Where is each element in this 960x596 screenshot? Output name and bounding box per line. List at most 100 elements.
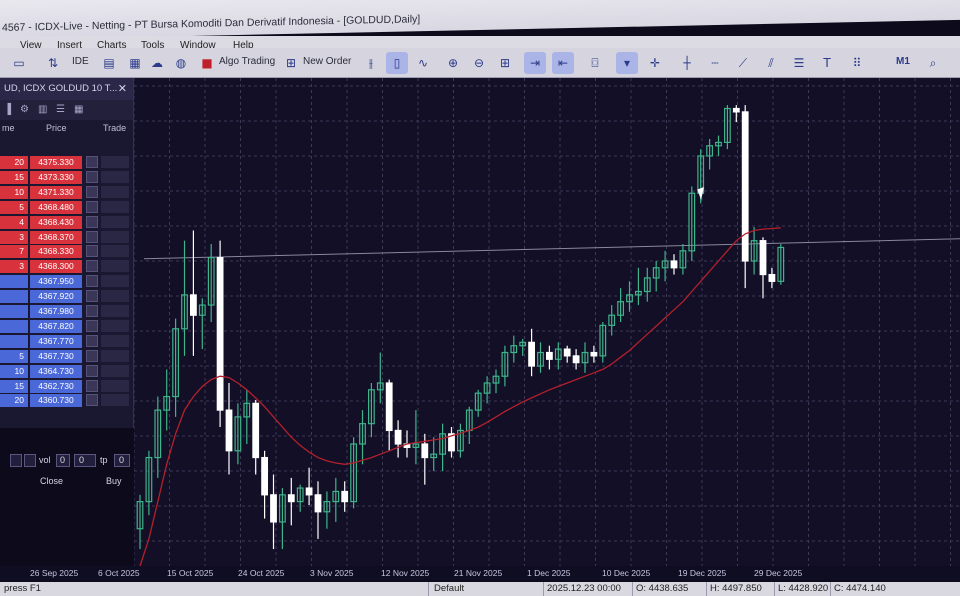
dom-trade-checkbox[interactable]: [86, 275, 98, 288]
price-chart[interactable]: [134, 78, 960, 568]
sell-order-row[interactable]: 4 4368.430: [0, 215, 132, 230]
col-volume: me: [2, 123, 15, 133]
horizontal-line-icon[interactable]: ┄: [704, 52, 726, 74]
ide-button[interactable]: IDE: [72, 56, 89, 67]
dom-trade-cell[interactable]: [101, 260, 129, 273]
sell-order-row[interactable]: 15 4373.330: [0, 170, 132, 185]
close-icon[interactable]: ✕: [118, 82, 127, 95]
dom-chart-icon[interactable]: ▥: [38, 104, 47, 115]
cloud-icon[interactable]: ☁: [146, 52, 168, 74]
dom-trade-cell[interactable]: [101, 185, 129, 198]
dom-trade-checkbox[interactable]: [86, 379, 98, 392]
close-button[interactable]: Close: [40, 476, 63, 486]
sell-order-row[interactable]: 10 4371.330: [0, 185, 132, 200]
sell-order-row[interactable]: 3 4368.300: [0, 260, 132, 274]
candlestick-chart[interactable]: [134, 78, 960, 568]
line-chart-icon[interactable]: ∿: [412, 52, 434, 74]
buy-order-row[interactable]: 15 4362.730: [0, 379, 132, 394]
dom-trade-checkbox[interactable]: [86, 334, 98, 347]
dom-volume: 15: [0, 379, 28, 393]
zoom-in-icon[interactable]: ⊕: [442, 52, 464, 74]
dom-trade-cell[interactable]: [101, 275, 129, 288]
buy-order-row[interactable]: 4367.980: [0, 305, 132, 319]
dom-trade-checkbox[interactable]: [86, 156, 98, 168]
dom-trade-cell[interactable]: [101, 305, 129, 317]
fibonacci-icon[interactable]: ☰: [788, 52, 810, 74]
dom-trade-checkbox[interactable]: [86, 394, 98, 407]
dom-list-icon[interactable]: ☰: [56, 104, 65, 115]
dom-trade-cell[interactable]: [101, 319, 129, 332]
buy-order-row[interactable]: 4367.920: [0, 290, 132, 304]
dom-trade-cell[interactable]: [101, 290, 129, 303]
dom-trade-checkbox[interactable]: [86, 245, 98, 258]
sl-up-icon[interactable]: [10, 454, 22, 467]
dom-trade-checkbox[interactable]: [86, 185, 98, 198]
buy-order-row[interactable]: 4367.820: [0, 319, 132, 334]
dom-trade-checkbox[interactable]: [86, 319, 98, 332]
autoscroll-icon[interactable]: ⇥: [524, 52, 546, 74]
dom-trade-checkbox[interactable]: [86, 215, 98, 228]
algo-trading-icon[interactable]: ■: [196, 52, 218, 74]
dom-trade-cell[interactable]: [101, 379, 129, 392]
screenshot-icon[interactable]: ⌼: [584, 52, 606, 74]
dom-trade-checkbox[interactable]: [86, 170, 98, 183]
dom-grid-icon[interactable]: ▦: [74, 104, 83, 115]
vertical-line-icon[interactable]: ┼: [676, 52, 698, 74]
sell-order-row[interactable]: 20 4375.330: [0, 156, 132, 170]
sell-order-row[interactable]: 3 4368.370: [0, 230, 132, 245]
tp-input[interactable]: 0: [114, 454, 130, 467]
dom-trade-checkbox[interactable]: [86, 230, 98, 243]
buy-order-row[interactable]: 4367.950: [0, 275, 132, 289]
grid-icon[interactable]: ⊞: [494, 52, 516, 74]
sl-down-icon[interactable]: [24, 454, 36, 467]
signals-icon[interactable]: ▤: [98, 52, 120, 74]
vol-input[interactable]: 0: [56, 454, 70, 467]
dom-trade-checkbox[interactable]: [86, 200, 98, 213]
buy-button[interactable]: Buy: [106, 476, 122, 486]
chart-shift-icon[interactable]: ⇤: [552, 52, 574, 74]
algo-trading-button[interactable]: Algo Trading: [219, 56, 275, 67]
new-order-icon[interactable]: ⊞: [280, 52, 302, 74]
bar-chart-icon[interactable]: ⫲: [360, 52, 382, 74]
cursor-dropdown-icon[interactable]: ▾: [616, 52, 638, 74]
dom-trade-checkbox[interactable]: [86, 364, 98, 377]
dom-trade-cell[interactable]: [101, 394, 129, 407]
buy-order-row[interactable]: 20 4360.730: [0, 394, 132, 408]
buy-order-row[interactable]: 5 4367.730: [0, 349, 132, 364]
search-icon[interactable]: ⌕: [922, 52, 944, 74]
timeframe-m1[interactable]: M1: [896, 56, 910, 67]
crosshair-icon[interactable]: ✛: [644, 52, 666, 74]
globe-icon[interactable]: ◍: [170, 52, 192, 74]
dom-trade-cell[interactable]: [101, 215, 129, 228]
dom-trade-cell[interactable]: [101, 245, 129, 258]
candlestick-icon[interactable]: ▯: [386, 52, 408, 74]
dom-trade-cell[interactable]: [101, 156, 129, 168]
text-icon[interactable]: T: [816, 52, 838, 74]
dom-trade-checkbox[interactable]: [86, 260, 98, 273]
dom-trade-checkbox[interactable]: [86, 290, 98, 303]
bearish-candle: [732, 107, 740, 113]
sell-order-row[interactable]: 5 4368.480: [0, 200, 132, 215]
trendline-icon[interactable]: ⟋: [732, 52, 754, 74]
dom-trade-cell[interactable]: [101, 200, 129, 213]
dom-trade-cell[interactable]: [101, 170, 129, 183]
sl-input[interactable]: 0: [74, 454, 96, 467]
market-icon[interactable]: ▦: [124, 52, 146, 74]
dom-trade-checkbox[interactable]: [86, 305, 98, 317]
dom-trade-cell[interactable]: [101, 349, 129, 362]
new-chart-icon[interactable]: ▭: [8, 52, 30, 74]
dom-trade-cell[interactable]: [101, 230, 129, 243]
buy-order-row[interactable]: 10 4364.730: [0, 364, 132, 379]
sell-order-row[interactable]: 7 4368.330: [0, 245, 132, 259]
buy-order-row[interactable]: 4367.770: [0, 334, 132, 349]
new-order-button[interactable]: New Order: [303, 56, 351, 67]
dom-tool-icon[interactable]: ▐: [4, 104, 11, 115]
zoom-out-icon[interactable]: ⊖: [468, 52, 490, 74]
dom-trade-cell[interactable]: [101, 364, 129, 377]
channel-icon[interactable]: ⫽: [760, 52, 782, 74]
shapes-icon[interactable]: ⠿: [846, 52, 868, 74]
dom-trade-cell[interactable]: [101, 334, 129, 347]
dom-settings-icon[interactable]: ⚙: [20, 104, 29, 115]
strategy-icon[interactable]: ⇅: [42, 52, 64, 74]
dom-trade-checkbox[interactable]: [86, 349, 98, 362]
